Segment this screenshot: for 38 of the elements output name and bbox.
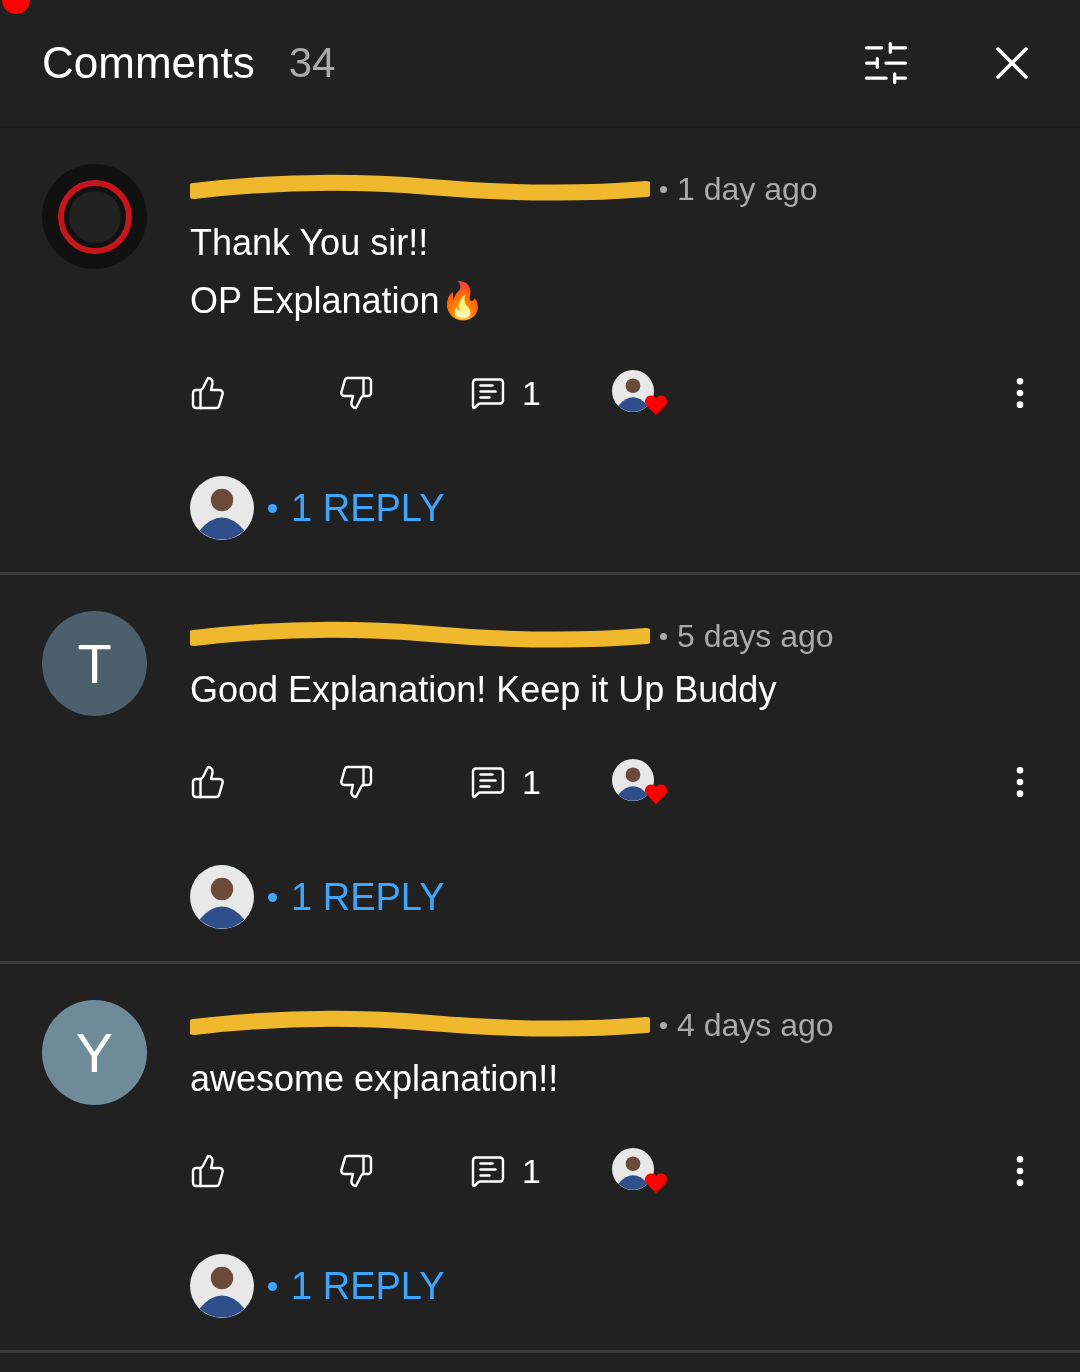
like-icon[interactable] [190,375,226,411]
comment-text: Thank You sir!! [190,221,430,265]
comment-text: awesome explanation!! [190,1057,560,1101]
dislike-icon[interactable] [338,1153,374,1189]
like-icon[interactable] [190,1153,226,1189]
separator-dot [660,1021,667,1029]
replies-link[interactable]: 1 REPLY [291,486,445,530]
creator-avatar [190,476,254,540]
replies-link[interactable]: 1 REPLY [291,1264,445,1308]
panel-title: Comments [42,38,255,88]
comment-time: 4 days ago [677,1006,834,1044]
reply-count: 1 [522,1151,541,1191]
creator-avatar [612,1148,654,1190]
dislike-icon[interactable] [338,764,374,800]
separator-dot [268,503,277,513]
separator-dot [660,185,667,193]
separator-dot [268,892,277,902]
dislike-icon[interactable] [338,375,374,411]
comment-count: 34 [288,39,337,87]
separator-dot [268,1281,277,1291]
creator-avatar [190,1254,254,1318]
reply-icon[interactable] [470,764,506,800]
comment-time: 1 day ago [677,170,818,208]
replies-link[interactable]: 1 REPLY [291,875,445,919]
comment-text: Good Explanation! Keep it Up Buddy [190,668,778,712]
avatar[interactable]: Y [42,1000,147,1105]
reply-icon[interactable] [470,1153,506,1189]
comment-text: OP Explanation🔥 [190,279,486,323]
comment-time: 5 days ago [677,617,834,655]
creator-avatar [612,759,654,801]
reply-icon[interactable] [470,375,506,411]
creator-avatar [612,370,654,412]
separator-dot [660,632,667,640]
avatar[interactable]: T [42,611,147,716]
reply-count: 1 [522,762,541,802]
like-icon[interactable] [190,764,226,800]
reply-count: 1 [522,373,541,413]
creator-avatar [190,865,254,929]
